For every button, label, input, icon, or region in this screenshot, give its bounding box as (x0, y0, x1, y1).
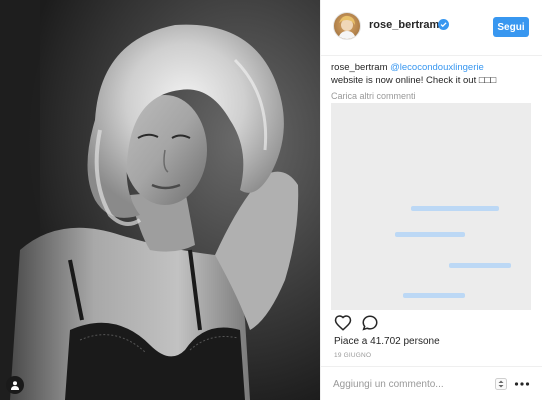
username-link[interactable]: rose_bertram (369, 19, 439, 31)
post-header: rose_bertram Segui (321, 0, 542, 56)
blurred-mention (403, 293, 465, 298)
post-photo[interactable] (0, 0, 320, 400)
comment-input[interactable] (333, 376, 483, 392)
comment-bubble-icon[interactable] (361, 314, 379, 332)
heart-outline-icon[interactable] (334, 314, 352, 332)
blurred-mention (449, 263, 511, 268)
portrait-image (0, 0, 320, 400)
blurred-mention (395, 232, 465, 237)
verified-badge-icon (438, 19, 449, 30)
post-actions (321, 312, 542, 334)
sort-arrows-icon[interactable] (495, 378, 507, 390)
caption-text: website is now online! Check it out □□□ (331, 75, 497, 86)
instagram-post-modal: rose_bertram Segui rose_bertram @lecocon… (0, 0, 542, 400)
user-tag-icon[interactable] (6, 376, 24, 394)
load-more-comments-link[interactable]: Carica altri commenti (331, 91, 535, 101)
post-date: 19 GIUGNO (334, 352, 372, 359)
caption-username[interactable]: rose_bertram (331, 62, 388, 73)
add-comment-box (321, 366, 542, 400)
caption-mention-link[interactable]: @lecocondouxlingerie (390, 62, 484, 73)
blurred-comments-area (331, 103, 531, 310)
post-caption: rose_bertram @lecocondouxlingerie websit… (331, 61, 535, 87)
more-options-icon[interactable] (514, 381, 530, 387)
post-side-panel: rose_bertram Segui rose_bertram @lecocon… (320, 0, 542, 400)
blurred-mention (411, 206, 499, 211)
likes-count[interactable]: Piace a 41.702 persone (334, 336, 440, 347)
comments-area: rose_bertram @lecocondouxlingerie websit… (331, 61, 535, 101)
avatar[interactable] (333, 12, 361, 40)
follow-button[interactable]: Segui (493, 17, 529, 37)
